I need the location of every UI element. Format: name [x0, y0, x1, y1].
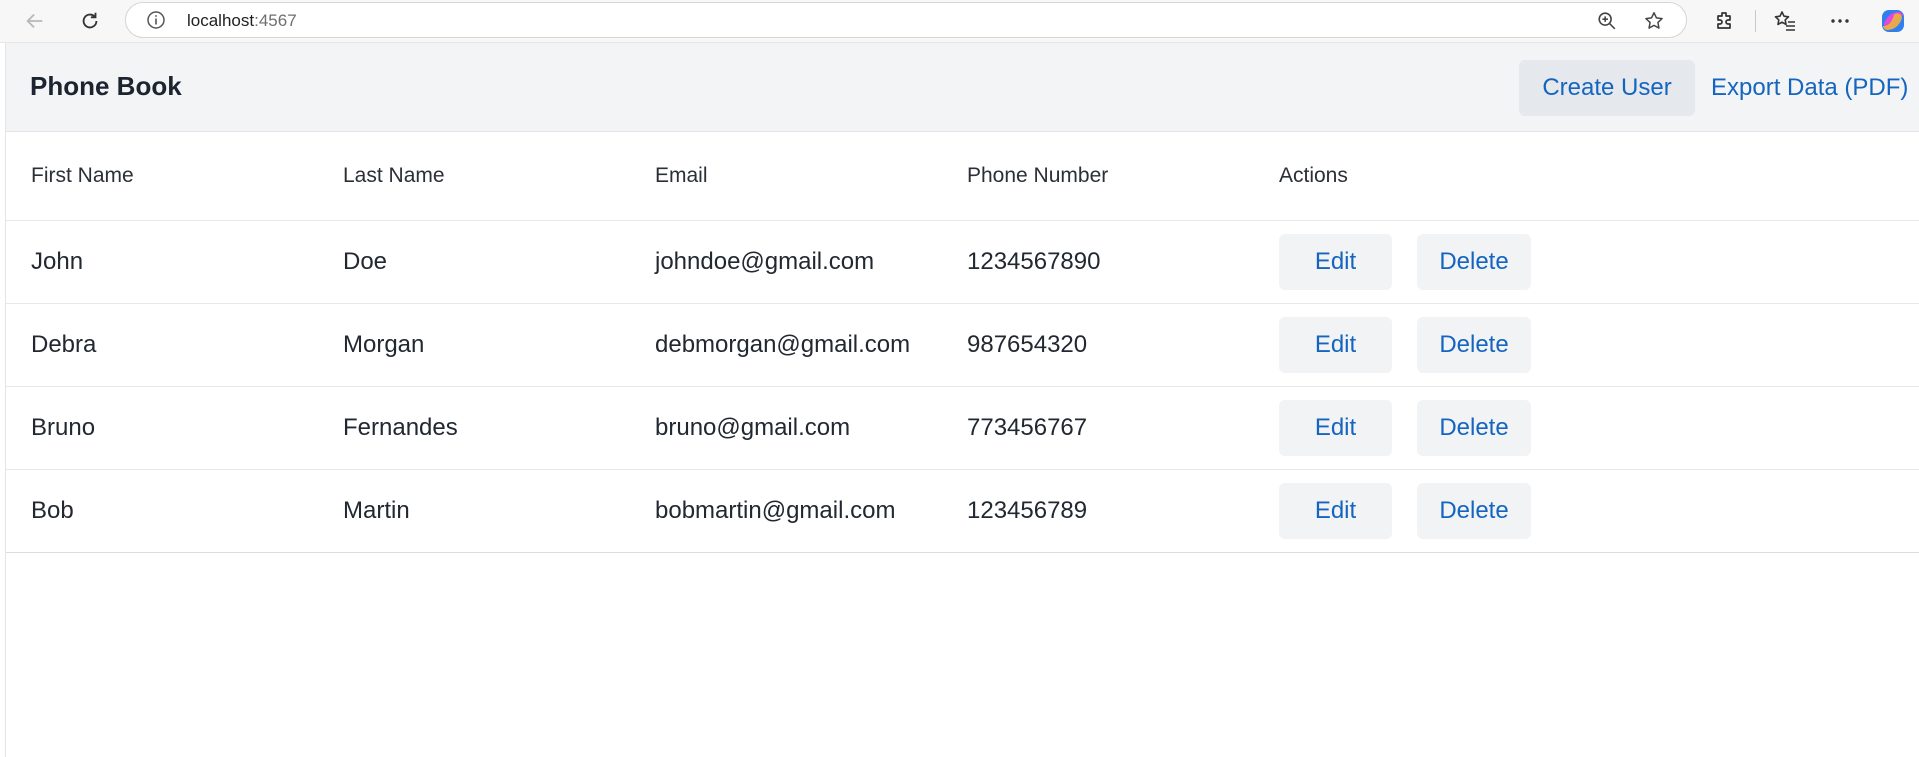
export-pdf-button[interactable]: Export Data (PDF) [1711, 60, 1908, 116]
actions-cell: Edit Delete [1254, 386, 1919, 470]
app-header: Phone Book Create User Export Data (PDF) [6, 43, 1919, 132]
delete-button[interactable]: Delete [1417, 482, 1531, 539]
browser-toolbar: localhost:4567 [0, 0, 1919, 43]
info-icon[interactable] [146, 10, 166, 30]
first-name-cell: Bob [6, 469, 318, 553]
star-icon [1645, 12, 1663, 29]
phone-cell: 987654320 [942, 303, 1254, 387]
email-cell: johndoe@gmail.com [630, 220, 942, 304]
more-options-button[interactable] [1824, 5, 1856, 37]
table-row: Bob Martin bobmartin@gmail.com 123456789… [6, 469, 1919, 553]
back-arrow-icon [26, 13, 43, 29]
delete-button[interactable]: Delete [1417, 316, 1531, 373]
actions-cell: Edit Delete [1254, 303, 1919, 387]
puzzle-icon [1717, 12, 1731, 29]
copilot-button[interactable] [1877, 5, 1909, 37]
first-name-cell: John [6, 220, 318, 304]
email-cell: bruno@gmail.com [630, 386, 942, 470]
edit-button[interactable]: Edit [1279, 316, 1392, 373]
table-row: John Doe johndoe@gmail.com 1234567890 Ed… [6, 220, 1919, 304]
favorite-button[interactable] [1642, 9, 1666, 33]
last-name-cell: Doe [318, 220, 630, 304]
phone-cell: 123456789 [942, 469, 1254, 553]
edit-button[interactable]: Edit [1279, 399, 1392, 456]
column-header-actions: Actions [1254, 132, 1919, 221]
actions-cell: Edit Delete [1254, 220, 1919, 304]
create-user-button[interactable]: Create User [1519, 60, 1695, 116]
delete-button[interactable]: Delete [1417, 399, 1531, 456]
table-row: Debra Morgan debmorgan@gmail.com 9876543… [6, 303, 1919, 387]
address-bar[interactable]: localhost:4567 [125, 2, 1687, 38]
table-row: Bruno Fernandes bruno@gmail.com 77345676… [6, 386, 1919, 470]
phone-cell: 1234567890 [942, 220, 1254, 304]
favorites-list-icon [1774, 11, 1795, 31]
page-title: Phone Book [30, 71, 182, 101]
last-name-cell: Fernandes [318, 386, 630, 470]
column-header-email: Email [630, 132, 942, 221]
column-header-phone: Phone Number [942, 132, 1254, 221]
table-header-row: First Name Last Name Email Phone Number … [6, 132, 1919, 221]
page: Phone Book Create User Export Data (PDF)… [5, 43, 1919, 757]
more-icon [1831, 19, 1849, 23]
actions-cell: Edit Delete [1254, 469, 1919, 553]
phone-cell: 773456767 [942, 386, 1254, 470]
first-name-cell: Debra [6, 303, 318, 387]
first-name-cell: Bruno [6, 386, 318, 470]
delete-button[interactable]: Delete [1417, 233, 1531, 290]
column-header-last-name: Last Name [318, 132, 630, 221]
back-button[interactable] [18, 4, 52, 38]
last-name-cell: Martin [318, 469, 630, 553]
extensions-button[interactable] [1709, 5, 1741, 37]
edit-button[interactable]: Edit [1279, 233, 1392, 290]
reload-button[interactable] [73, 4, 107, 38]
email-cell: bobmartin@gmail.com [630, 469, 942, 553]
email-cell: debmorgan@gmail.com [630, 303, 942, 387]
url-host: localhost [187, 11, 255, 30]
edit-button[interactable]: Edit [1279, 482, 1392, 539]
zoom-icon [1598, 12, 1616, 30]
toolbar-divider [1755, 10, 1756, 32]
favorites-button[interactable] [1769, 5, 1801, 37]
contacts-table: First Name Last Name Email Phone Number … [6, 132, 1919, 553]
zoom-button[interactable] [1595, 9, 1619, 33]
reload-icon [82, 12, 98, 29]
last-name-cell: Morgan [318, 303, 630, 387]
url-port: :4567 [254, 11, 297, 30]
column-header-first-name: First Name [6, 132, 318, 221]
url-text: localhost:4567 [187, 11, 297, 31]
copilot-icon [1882, 10, 1904, 32]
